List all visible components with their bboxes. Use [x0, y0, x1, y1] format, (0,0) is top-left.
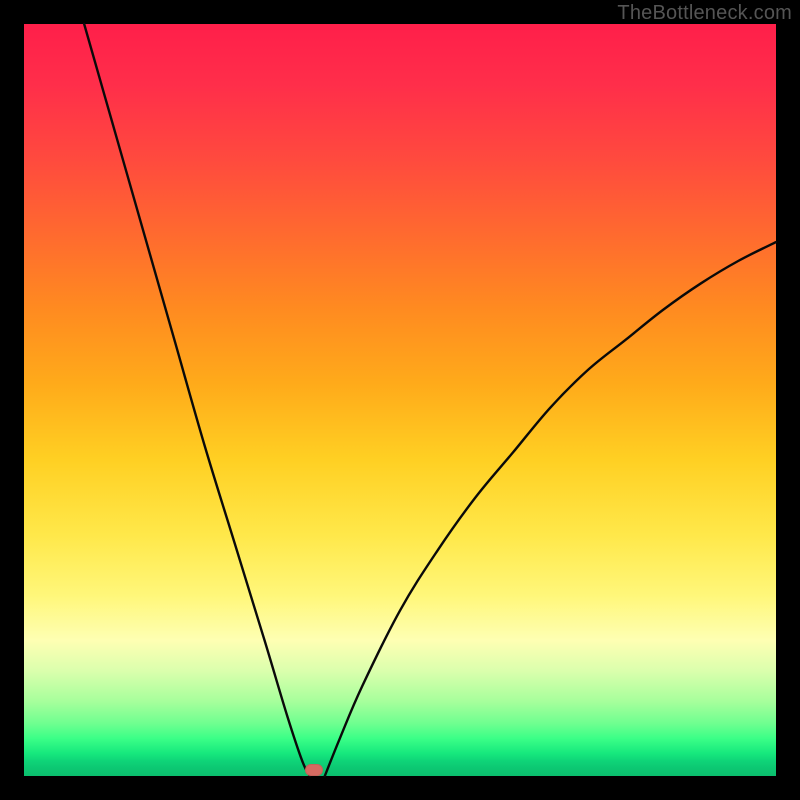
chart-frame: TheBottleneck.com [0, 0, 800, 800]
plot-area [24, 24, 776, 776]
curve-right-branch [325, 242, 776, 776]
minimum-marker [305, 764, 323, 776]
attribution-text: TheBottleneck.com [617, 2, 792, 25]
curve-left-branch [84, 24, 310, 776]
curve-layer [24, 24, 776, 776]
